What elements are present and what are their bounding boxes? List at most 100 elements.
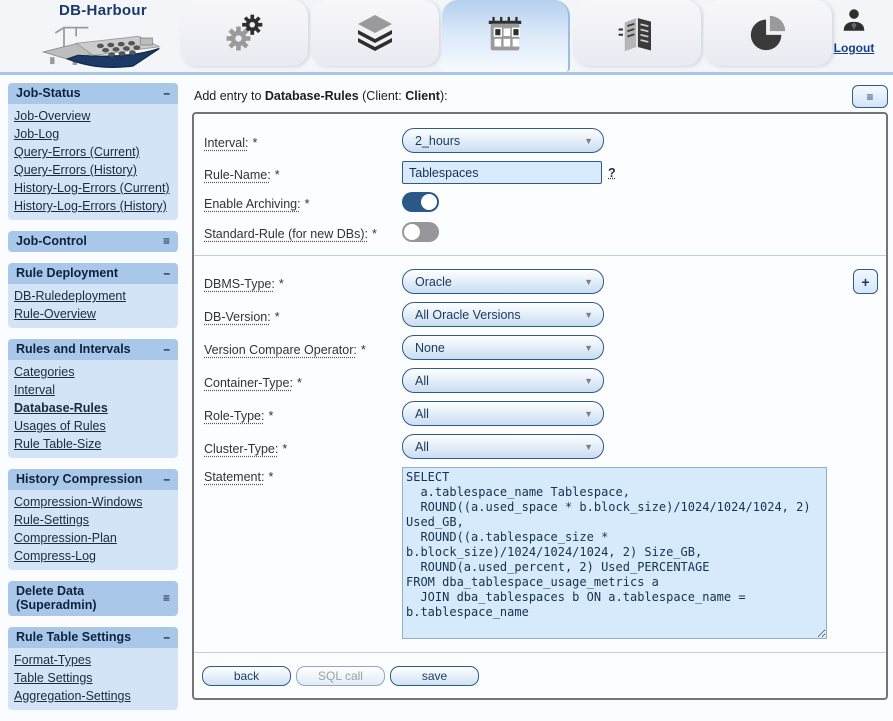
collapse-icon[interactable]: – [163, 630, 170, 644]
sidebar-item-job-log[interactable]: Job-Log [13, 125, 174, 143]
sidebar-item-compression-plan[interactable]: Compression-Plan [13, 529, 174, 547]
sidebar-item-history-log-errors-history[interactable]: History-Log-Errors (History) [13, 197, 174, 215]
section-divider [194, 255, 886, 256]
sidebar-header-rule-deployment[interactable]: Rule Deployment – [8, 263, 178, 284]
sidebar-item-query-errors-history[interactable]: Query-Errors (History) [13, 161, 174, 179]
chevron-down-icon: ▼ [584, 343, 593, 353]
rule-name-help-link[interactable]: ? [608, 166, 616, 180]
role-type-select[interactable]: All ▼ [402, 401, 604, 426]
tab-schedule[interactable] [442, 0, 570, 72]
logout-link[interactable]: Logout [834, 41, 875, 55]
main-tabs [180, 0, 832, 72]
pie-chart-icon [747, 12, 789, 54]
layers-icon [353, 13, 397, 53]
rule-name-row: Rule-Name:* ? [194, 161, 886, 184]
interval-label: Interval: [204, 136, 248, 150]
sidebar-item-db-ruledeployment[interactable]: DB-Ruledeployment [13, 287, 174, 305]
app-title: DB-Harbour [28, 2, 178, 19]
sidebar-item-query-errors-current[interactable]: Query-Errors (Current) [13, 143, 174, 161]
db-version-select[interactable]: All Oracle Versions ▼ [402, 302, 604, 327]
chevron-down-icon: ▼ [584, 136, 593, 146]
sidebar-navigation: Job-Status – Job-Overview Job-Log Query-… [8, 83, 178, 721]
rule-name-label: Rule-Name: [204, 168, 271, 182]
sidebar-section-rule-table-settings: Rule Table Settings – Format-Types Table… [8, 627, 178, 710]
add-rule-form: Interval:* 2_hours ▼ Rule-Name:* ? Enabl… [192, 112, 888, 700]
container-type-label: Container-Type: [204, 376, 293, 390]
cluster-type-select[interactable]: All ▼ [402, 434, 604, 459]
form-actions: back SQL call save [194, 666, 886, 688]
interval-row: Interval:* 2_hours ▼ [194, 128, 886, 153]
tab-reports[interactable] [573, 0, 701, 66]
dbms-type-select[interactable]: Oracle ▼ [402, 269, 604, 294]
sidebar-header-job-status[interactable]: Job-Status – [8, 83, 178, 104]
sidebar-item-usages-of-rules[interactable]: Usages of Rules [13, 417, 174, 435]
sidebar-item-aggregation-settings[interactable]: Aggregation-Settings [13, 687, 174, 705]
app-logo[interactable]: DB-Harbour [28, 2, 178, 76]
sidebar-header-job-control[interactable]: Job-Control ≡ [8, 231, 178, 252]
tab-layers[interactable] [311, 0, 439, 66]
add-condition-button[interactable]: + [853, 269, 878, 294]
rule-name-input[interactable] [402, 161, 602, 184]
sidebar-item-compress-log[interactable]: Compress-Log [13, 547, 174, 565]
sidebar-section-job-status: Job-Status – Job-Overview Job-Log Query-… [8, 83, 178, 220]
version-compare-operator-select[interactable]: None ▼ [402, 335, 604, 360]
save-button[interactable]: save [390, 666, 479, 686]
statement-row: Statement:* SELECT a.tablespace_name Tab… [194, 467, 886, 639]
enable-archiving-toggle[interactable] [402, 192, 439, 212]
expand-icon[interactable]: ≡ [163, 234, 170, 248]
menu-icon: ≡ [866, 90, 873, 104]
version-compare-operator-row: Version Compare Operator:* None ▼ [194, 335, 886, 360]
expand-icon[interactable]: ≡ [163, 591, 170, 605]
sidebar-section-job-control: Job-Control ≡ [8, 231, 178, 252]
collapse-icon[interactable]: – [163, 86, 170, 100]
user-icon [841, 8, 867, 34]
list-menu-button[interactable]: ≡ [852, 85, 888, 108]
sidebar-section-history-compression: History Compression – Compression-Window… [8, 469, 178, 570]
collapse-icon[interactable]: – [163, 342, 170, 356]
sidebar-header-delete-data[interactable]: Delete Data (Superadmin) ≡ [8, 581, 178, 616]
enable-archiving-label: Enable Archiving: [204, 197, 301, 211]
sidebar-item-rule-overview[interactable]: Rule-Overview [13, 305, 174, 323]
enable-archiving-row: Enable Archiving:* [194, 192, 886, 212]
chevron-down-icon: ▼ [584, 376, 593, 386]
tab-statistics[interactable] [704, 0, 832, 66]
cluster-type-row: Cluster-Type:* All ▼ [194, 434, 886, 459]
sidebar-header-rules-and-intervals[interactable]: Rules and Intervals – [8, 339, 178, 360]
chevron-down-icon: ▼ [584, 442, 593, 452]
collapse-icon[interactable]: – [163, 266, 170, 280]
tab-settings[interactable] [180, 0, 308, 66]
sidebar-header-history-compression[interactable]: History Compression – [8, 469, 178, 490]
ship-logo-image [37, 19, 169, 71]
sidebar-item-database-rules[interactable]: Database-Rules [13, 399, 174, 417]
sidebar-item-categories[interactable]: Categories [13, 363, 174, 381]
sidebar-section-rule-deployment: Rule Deployment – DB-Ruledeployment Rule… [8, 263, 178, 328]
top-navigation-bar: DB-Harbour [0, 0, 893, 75]
sidebar-item-rule-table-size[interactable]: Rule Table-Size [13, 435, 174, 453]
back-button[interactable]: back [202, 666, 291, 686]
sql-call-button[interactable]: SQL call [296, 666, 385, 686]
container-type-select[interactable]: All ▼ [402, 368, 604, 393]
sidebar-item-interval[interactable]: Interval [13, 381, 174, 399]
sidebar-item-table-settings[interactable]: Table Settings [13, 669, 174, 687]
logout-area: Logout [823, 8, 885, 57]
role-type-label: Role-Type: [204, 409, 264, 423]
plus-icon: + [861, 274, 869, 290]
sidebar-item-compression-windows[interactable]: Compression-Windows [13, 493, 174, 511]
version-compare-operator-label: Version Compare Operator: [204, 343, 357, 357]
standard-rule-label: Standard-Rule (for new DBs): [204, 227, 368, 241]
dbms-type-row: DBMS-Type:* Oracle ▼ + [194, 269, 886, 294]
sidebar-item-history-log-errors-current[interactable]: History-Log-Errors (Current) [13, 179, 174, 197]
calendar-icon [484, 15, 526, 57]
section-divider [194, 652, 886, 653]
interval-select[interactable]: 2_hours ▼ [402, 128, 604, 153]
statement-textarea[interactable]: SELECT a.tablespace_name Tablespace, ROU… [402, 467, 827, 639]
standard-rule-toggle[interactable] [402, 222, 439, 242]
main-content: Add entry to Database-Rules (Client: Cli… [192, 83, 888, 700]
sidebar-item-job-overview[interactable]: Job-Overview [13, 107, 174, 125]
page-title: Add entry to Database-Rules (Client: Cli… [194, 85, 448, 103]
sidebar-item-rule-settings[interactable]: Rule-Settings [13, 511, 174, 529]
collapse-icon[interactable]: – [163, 472, 170, 486]
sidebar-item-format-types[interactable]: Format-Types [13, 651, 174, 669]
sidebar-header-rule-table-settings[interactable]: Rule Table Settings – [8, 627, 178, 648]
db-version-label: DB-Version: [204, 310, 271, 324]
